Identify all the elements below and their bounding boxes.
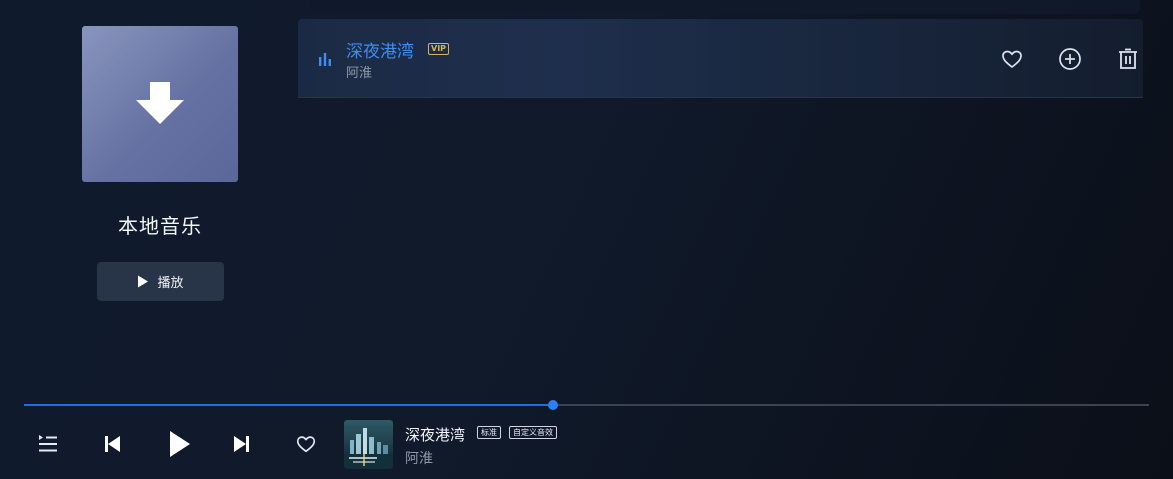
like-button[interactable] bbox=[1000, 47, 1024, 71]
sound-effect-badge[interactable]: 自定义音效 bbox=[509, 426, 557, 439]
progress-handle[interactable] bbox=[547, 400, 558, 410]
now-playing-cover[interactable] bbox=[344, 420, 393, 469]
playlist-title: 本地音乐 bbox=[118, 214, 202, 238]
play-icon bbox=[170, 431, 190, 457]
next-icon bbox=[234, 436, 249, 452]
download-arrow-icon bbox=[136, 82, 184, 124]
play-icon bbox=[138, 275, 149, 288]
progress-fill bbox=[24, 404, 553, 406]
playlist-cover bbox=[82, 26, 238, 182]
next-button[interactable] bbox=[230, 432, 254, 456]
song-title[interactable]: 深夜港湾 bbox=[346, 37, 414, 62]
quality-badge[interactable]: 标准 bbox=[477, 426, 501, 439]
add-to-playlist-button[interactable] bbox=[1058, 47, 1082, 71]
progress-bar[interactable] bbox=[24, 400, 1149, 410]
equalizer-icon bbox=[319, 53, 331, 66]
like-current-button[interactable] bbox=[294, 432, 318, 456]
heart-icon bbox=[296, 436, 316, 453]
song-artist[interactable]: 阿淮 bbox=[346, 62, 372, 81]
heart-icon bbox=[1002, 50, 1022, 68]
vip-badge: VIP bbox=[428, 43, 450, 55]
top-edge bbox=[310, 0, 1140, 14]
previous-icon bbox=[105, 436, 120, 452]
trash-icon bbox=[1119, 48, 1137, 69]
play-all-button[interactable]: 播放 bbox=[97, 262, 224, 301]
now-playing-artist[interactable]: 阿淮 bbox=[405, 448, 433, 468]
play-all-label: 播放 bbox=[157, 276, 184, 291]
now-playing-title[interactable]: 深夜港湾 bbox=[405, 424, 465, 445]
album-art-icon bbox=[344, 420, 393, 469]
delete-button[interactable] bbox=[1116, 47, 1140, 71]
plus-circle-icon bbox=[1059, 48, 1081, 70]
song-row[interactable]: 深夜港湾 VIP 阿淮 bbox=[298, 19, 1143, 98]
playlist-icon bbox=[39, 435, 57, 452]
playlist-button[interactable] bbox=[36, 432, 60, 456]
previous-button[interactable] bbox=[100, 432, 124, 456]
play-button[interactable] bbox=[164, 428, 194, 460]
